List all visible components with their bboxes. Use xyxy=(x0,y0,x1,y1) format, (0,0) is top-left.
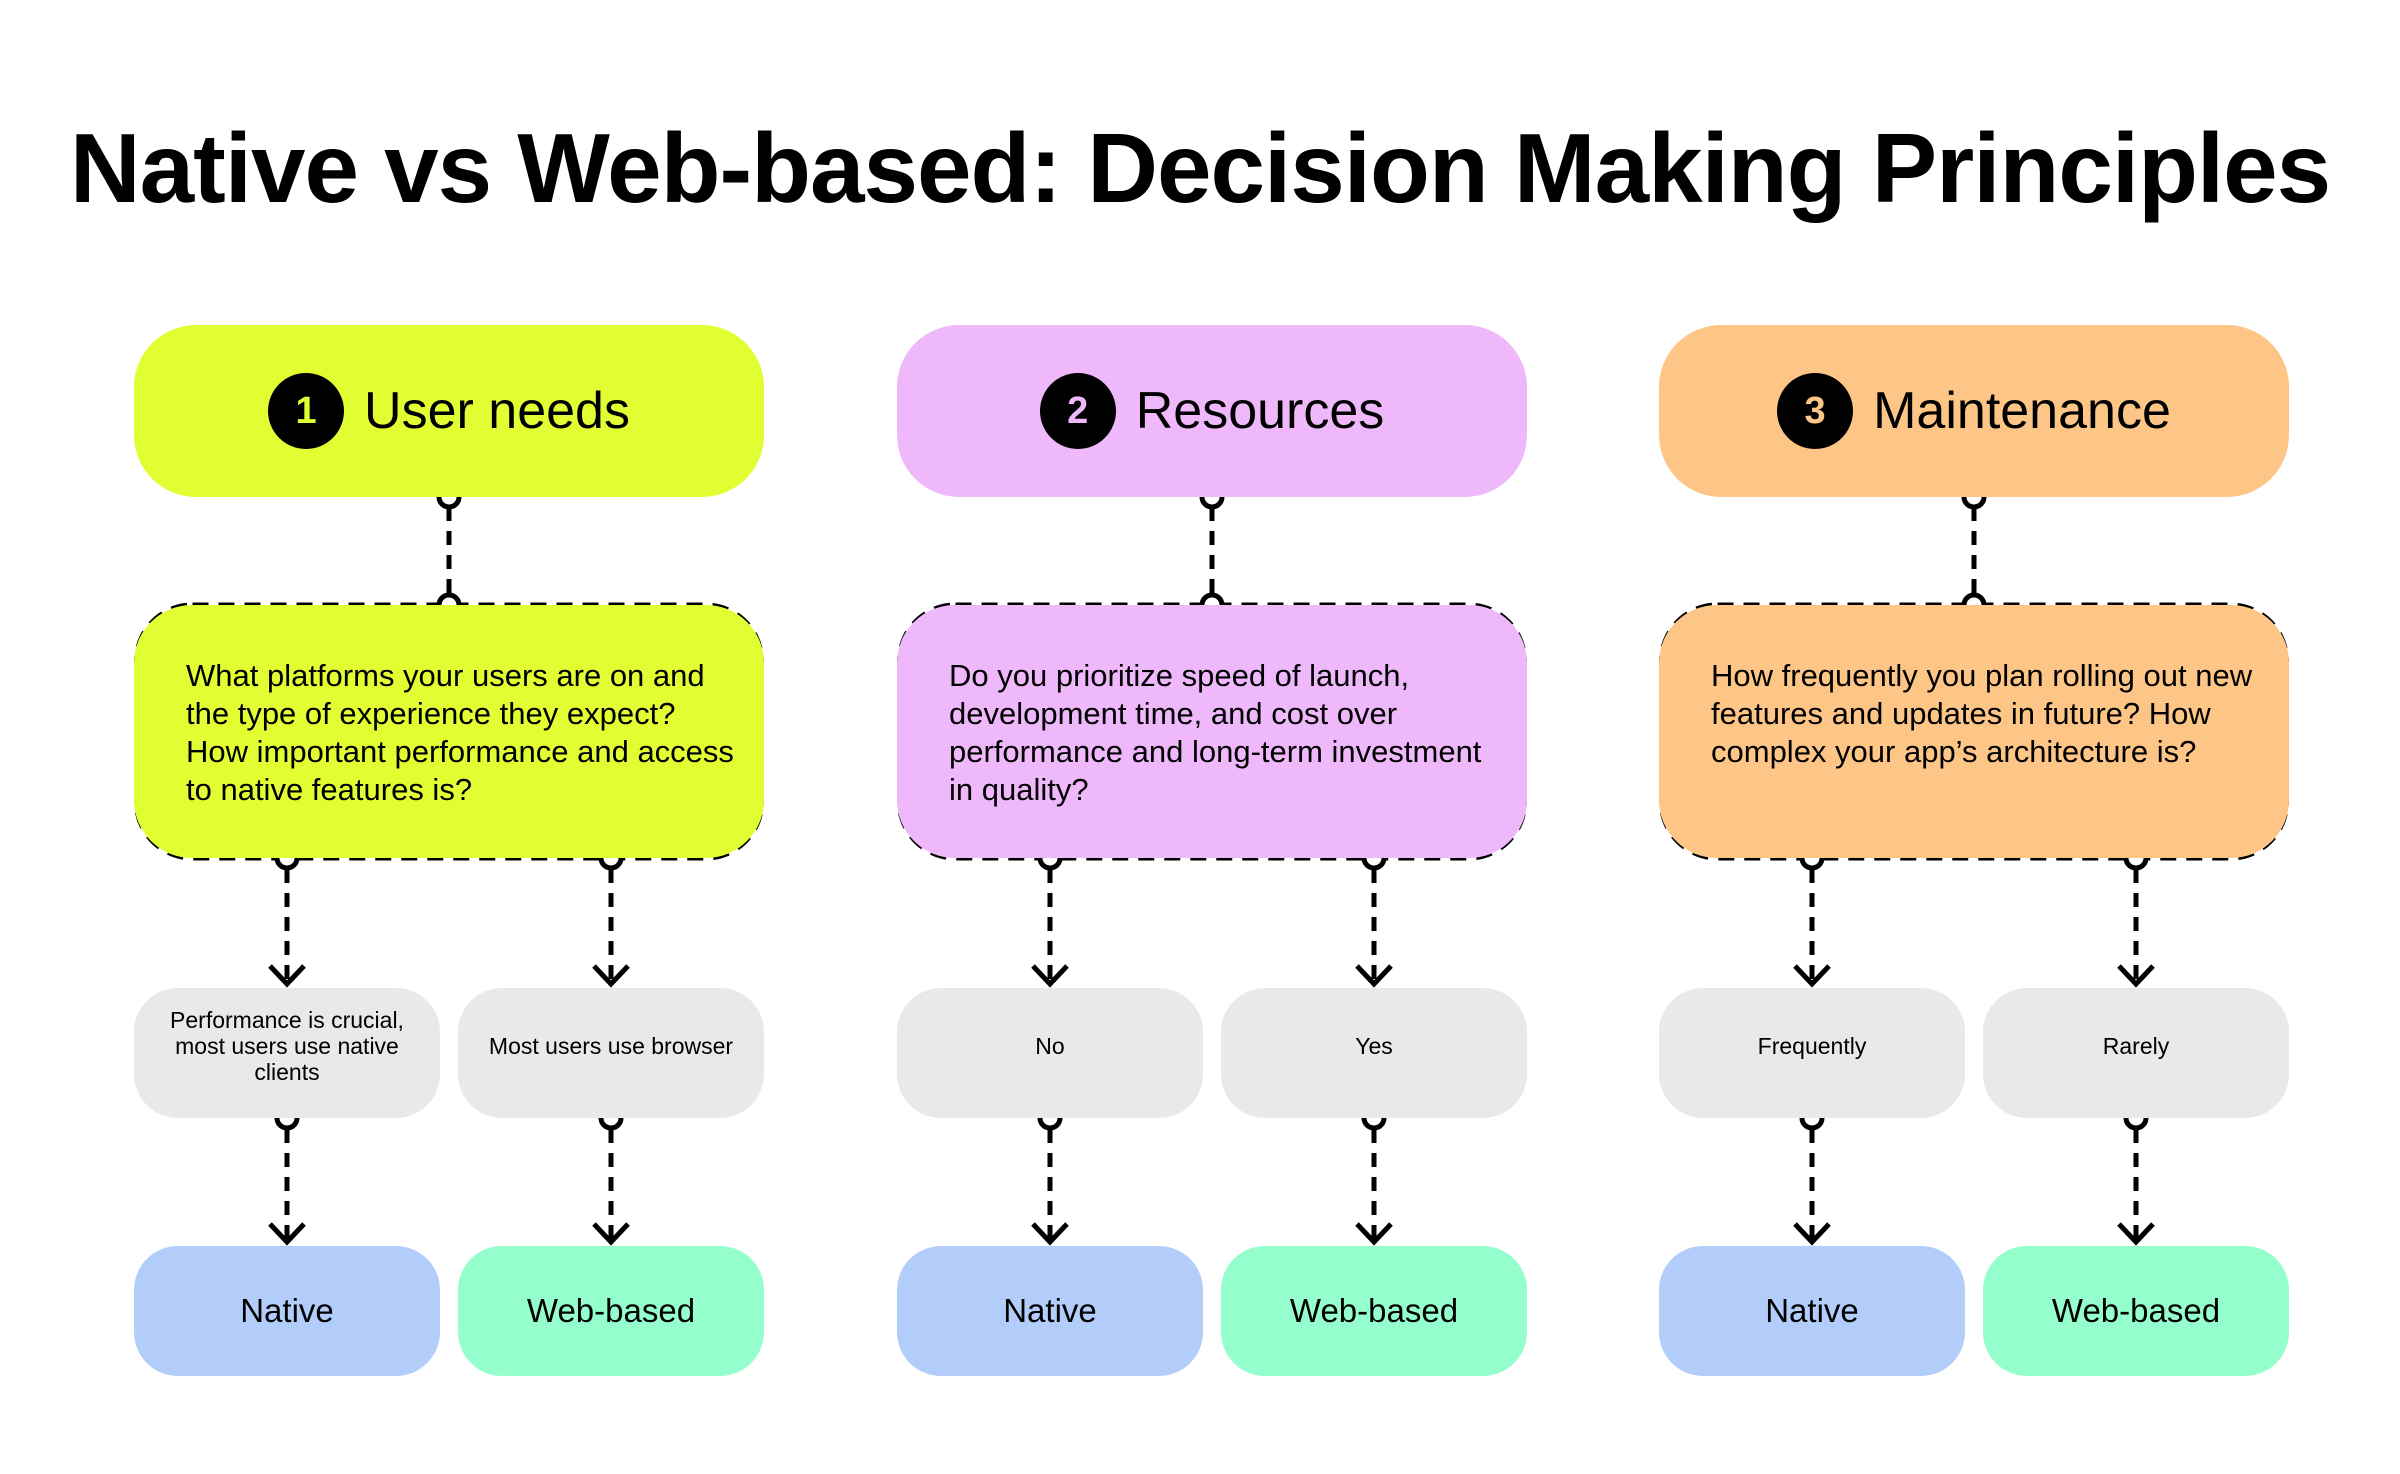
step-number-badge: 2 xyxy=(1039,373,1116,449)
option-label: Rarely xyxy=(2102,1033,2170,1059)
result-native: Native xyxy=(1659,1246,1965,1376)
option-label: No xyxy=(1035,1033,1065,1059)
arrowhead-icon xyxy=(2117,1222,2155,1246)
question-box: How frequently you plan rolling out new … xyxy=(1659,605,2289,858)
result-native: Native xyxy=(897,1246,1203,1376)
result-web-based: Web-based xyxy=(1221,1246,1527,1376)
header-user-needs: 1 User needs xyxy=(134,325,764,497)
arrowhead-icon xyxy=(1355,964,1393,988)
option-box: Most users use browser xyxy=(458,988,764,1118)
column-resources: 2 Resources Do you prioritize speed of l… xyxy=(897,0,1527,1474)
result-web-based: Web-based xyxy=(458,1246,764,1376)
result-web-based: Web-based xyxy=(1983,1246,2289,1376)
arrowhead-icon xyxy=(1355,1222,1393,1246)
step-number-badge: 3 xyxy=(1777,373,1854,449)
question-text: Do you prioritize speed of launch, devel… xyxy=(949,658,1482,807)
step-number-badge: 1 xyxy=(268,373,345,449)
arrowhead-icon xyxy=(592,1222,630,1246)
question-box: Do you prioritize speed of launch, devel… xyxy=(897,605,1527,858)
question-box: What platforms your users are on and the… xyxy=(134,605,764,858)
question-text: How frequently you plan rolling out new … xyxy=(1711,658,2253,769)
option-label: Frequently xyxy=(1757,1033,1867,1059)
header-label: Maintenance xyxy=(1873,382,2171,440)
option-box: No xyxy=(897,988,1203,1118)
question-text: What platforms your users are on and the… xyxy=(186,658,734,807)
header-maintenance: 3 Maintenance xyxy=(1659,325,2289,497)
arrowhead-icon xyxy=(1793,964,1831,988)
arrowhead-icon xyxy=(2117,964,2155,988)
header-label: User needs xyxy=(364,382,630,440)
arrowhead-icon xyxy=(1793,1222,1831,1246)
option-label: Performance is crucial, most users use n… xyxy=(170,1007,404,1085)
arrowhead-icon xyxy=(1031,964,1069,988)
option-label: Most users use browser xyxy=(488,1033,734,1059)
option-box: Frequently xyxy=(1659,988,1965,1118)
arrowhead-icon xyxy=(268,964,306,988)
option-box: Yes xyxy=(1221,988,1527,1118)
header-resources: 2 Resources xyxy=(897,325,1527,497)
header-label: Resources xyxy=(1135,382,1385,440)
option-box: Rarely xyxy=(1983,988,2289,1118)
arrowhead-icon xyxy=(268,1222,306,1246)
arrowhead-icon xyxy=(592,964,630,988)
option-box: Performance is crucial, most users use n… xyxy=(134,988,440,1118)
arrowhead-icon xyxy=(1031,1222,1069,1246)
result-native: Native xyxy=(134,1246,440,1376)
column-user-needs: 1 User needs What platforms your users a… xyxy=(134,0,764,1474)
column-maintenance: 3 Maintenance How frequently you plan ro… xyxy=(1659,0,2289,1474)
option-label: Yes xyxy=(1355,1033,1393,1059)
